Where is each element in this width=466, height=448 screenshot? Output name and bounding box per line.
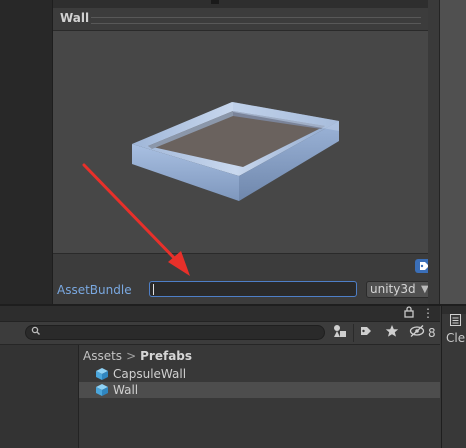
asset-item-wall[interactable]: Wall (79, 382, 440, 398)
hidden-packages-count: 8 (428, 326, 436, 340)
project-tab-bar: ⋮ (0, 306, 440, 322)
project-toolbar: 8 (0, 322, 440, 345)
search-by-type-button[interactable] (329, 324, 351, 342)
breadcrumb-prefabs[interactable]: Prefabs (140, 349, 192, 363)
toolbar-divider (353, 324, 354, 342)
hidden-packages-toggle[interactable] (407, 324, 427, 342)
label-icon (361, 327, 371, 335)
favorites-button[interactable] (381, 324, 403, 342)
asset-item-label: CapsuleWall (113, 367, 187, 381)
console-icon[interactable] (450, 314, 461, 329)
asset-item-capsulewall[interactable]: CapsuleWall (79, 366, 440, 382)
star-icon (385, 325, 399, 337)
asset-item-label: Wall (113, 383, 139, 397)
lock-icon[interactable] (404, 306, 414, 321)
console-panel: Cle (441, 306, 466, 448)
breadcrumb-assets[interactable]: Assets (83, 349, 122, 363)
shapes-icon (334, 325, 346, 337)
search-input[interactable] (25, 325, 325, 340)
breadcrumb: Assets > Prefabs (83, 348, 192, 364)
asset-list: CapsuleWall Wall (79, 366, 440, 448)
breadcrumb-separator: > (126, 349, 137, 363)
eye-slash-icon (409, 325, 425, 337)
folder-tree-pane[interactable] (0, 345, 79, 448)
search-by-label-button[interactable] (355, 324, 377, 342)
console-clear-button[interactable]: Cle (446, 331, 465, 345)
prefab-cube-icon (95, 383, 109, 401)
search-icon (31, 324, 41, 341)
project-menu-button[interactable]: ⋮ (422, 306, 434, 320)
project-panel: ⋮ 8 Assets > Prefabs CapsuleWall Wall (0, 306, 440, 448)
console-tab-strip (442, 306, 466, 314)
